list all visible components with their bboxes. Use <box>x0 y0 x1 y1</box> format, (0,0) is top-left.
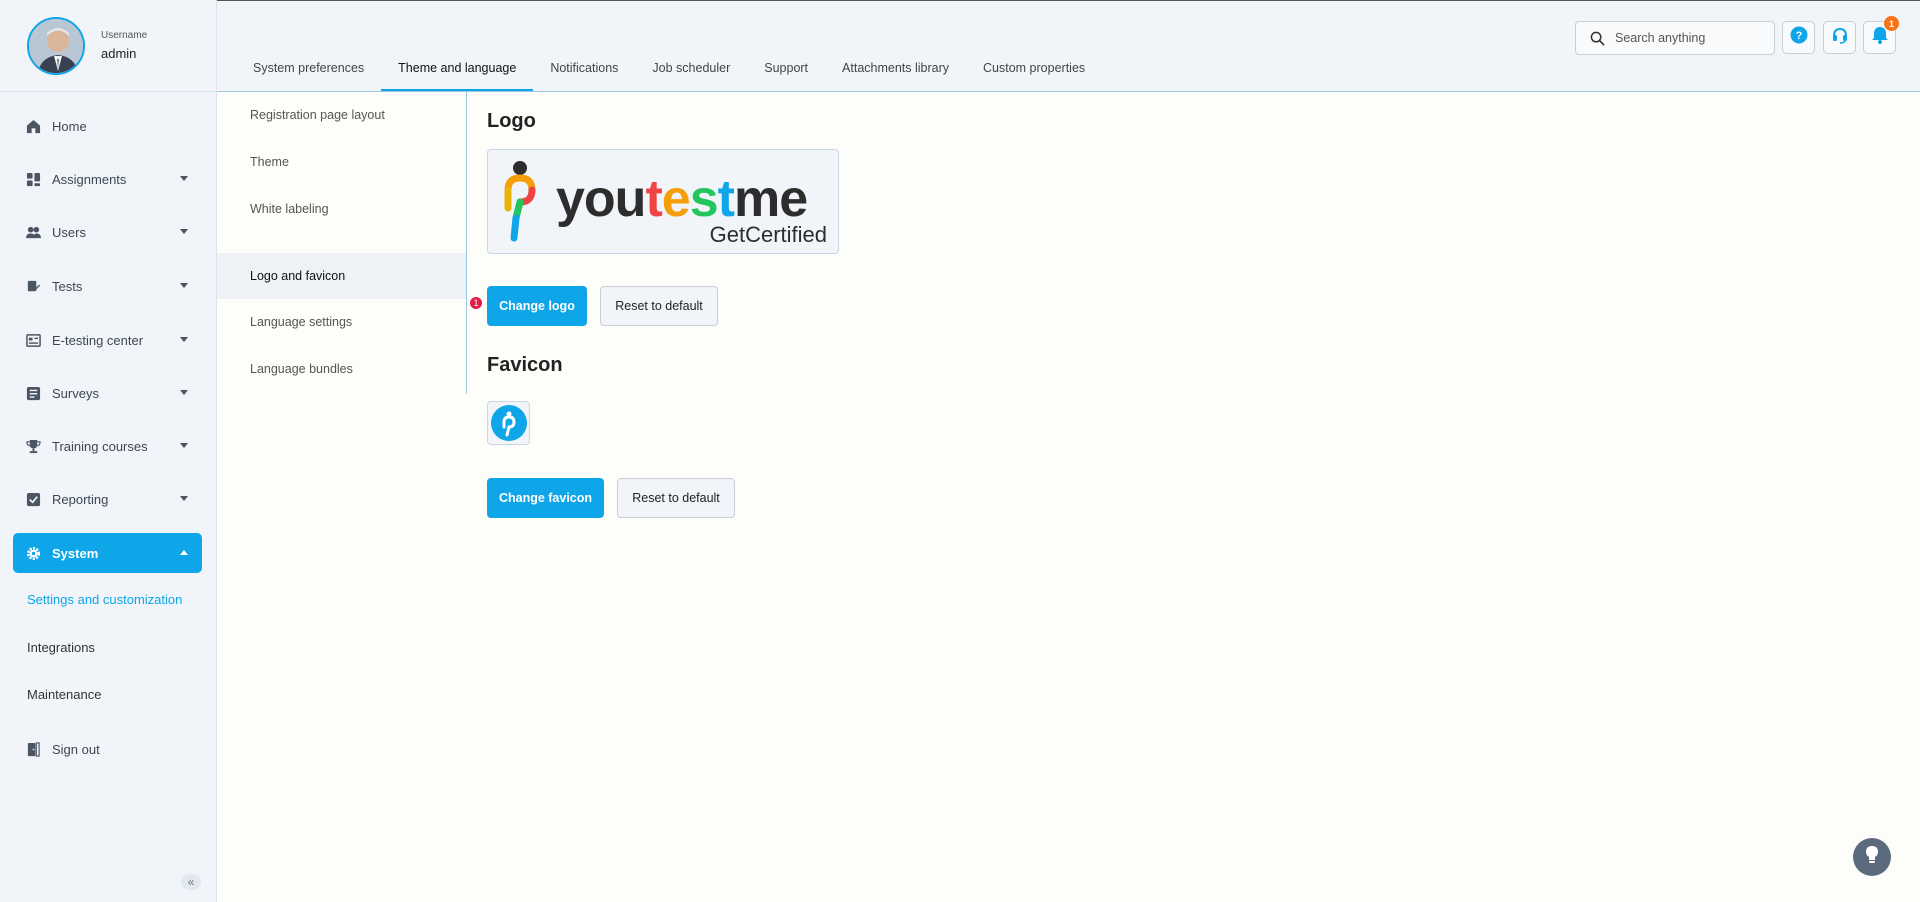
favicon-image <box>490 405 527 441</box>
surveys-icon <box>26 386 41 401</box>
step-marker: 1 <box>468 295 484 311</box>
headset-icon <box>1831 26 1849 49</box>
logo-preview: youtestme GetCertified <box>487 149 839 254</box>
sidebar-item-surveys[interactable]: Surveys <box>13 373 202 413</box>
subnav-registration-page-layout[interactable]: Registration page layout <box>217 92 466 138</box>
chevron-down-icon <box>180 496 188 501</box>
sidebar: Username admin Home Assignments Users Te… <box>0 0 217 902</box>
notifications-button[interactable]: 1 <box>1863 16 1899 54</box>
sidebar-item-e-testing-center[interactable]: E-testing center <box>13 320 202 360</box>
help-button[interactable]: ? <box>1782 21 1815 54</box>
tests-icon <box>26 279 41 294</box>
sidebar-item-users[interactable]: Users <box>13 212 202 252</box>
subnav-language-settings[interactable]: Language settings <box>217 299 466 345</box>
tab-job-scheduler[interactable]: Job scheduler <box>635 51 747 91</box>
notification-count-badge: 1 <box>1884 16 1899 31</box>
assignments-icon <box>26 172 41 187</box>
favicon-preview <box>487 401 530 445</box>
username-value: admin <box>101 46 137 61</box>
collapse-sidebar-button[interactable]: « <box>181 874 201 890</box>
tab-theme-and-language[interactable]: Theme and language <box>381 51 534 91</box>
sidebar-item-label: E-testing center <box>52 332 144 348</box>
search-box <box>1575 21 1775 55</box>
sidebar-item-sign-out[interactable]: Sign out <box>13 729 202 769</box>
sidebar-subitem-settings-and-customization[interactable]: Settings and customization <box>27 592 182 607</box>
sidebar-item-label: Sign out <box>52 741 100 757</box>
sidebar-item-label: Tests <box>52 278 83 294</box>
sidebar-subitem-maintenance[interactable]: Maintenance <box>27 687 101 702</box>
subnav-logo-and-favicon[interactable]: Logo and favicon <box>217 253 466 299</box>
search-icon <box>1590 31 1605 46</box>
trophy-icon <box>26 439 41 454</box>
settings-tabs: System preferences Theme and language No… <box>217 51 1102 91</box>
sidebar-item-home[interactable]: Home <box>13 106 202 146</box>
lightbulb-icon <box>1863 845 1881 870</box>
svg-text:?: ? <box>1795 30 1802 42</box>
sidebar-item-label: Training courses <box>52 438 148 454</box>
reporting-icon <box>26 492 41 507</box>
tab-attachments-library[interactable]: Attachments library <box>825 51 966 91</box>
logo-text-t2: t <box>718 170 735 228</box>
avatar[interactable] <box>27 16 85 75</box>
reset-logo-button[interactable]: Reset to default <box>600 286 718 326</box>
chevron-down-icon <box>180 176 188 181</box>
logo-text-you: you <box>556 170 645 228</box>
username-label: Username <box>101 30 148 41</box>
profile-section: Username admin <box>0 0 216 92</box>
users-icon <box>26 225 41 240</box>
sidebar-item-training-courses[interactable]: Training courses <box>13 426 202 466</box>
sidebar-item-reporting[interactable]: Reporting <box>13 479 202 519</box>
chevron-down-icon <box>180 443 188 448</box>
help-icon: ? <box>1790 26 1808 49</box>
double-chevron-left-icon: « <box>187 875 195 889</box>
subnav-white-labeling[interactable]: White labeling <box>217 186 466 232</box>
tab-notifications[interactable]: Notifications <box>533 51 635 91</box>
search-input[interactable] <box>1615 31 1765 45</box>
chevron-down-icon <box>180 337 188 342</box>
logo-tagline: GetCertified <box>710 222 827 247</box>
sidebar-item-label: Users <box>52 224 86 240</box>
sidebar-subitem-integrations[interactable]: Integrations <box>27 640 95 655</box>
gear-icon <box>26 546 41 561</box>
tab-system-preferences[interactable]: System preferences <box>217 51 381 91</box>
reset-favicon-button[interactable]: Reset to default <box>617 478 735 518</box>
logo-text-s: s <box>690 170 718 228</box>
sidebar-item-label: Assignments <box>52 171 127 187</box>
svg-text:youtestme: youtestme <box>556 170 807 228</box>
logo-section-title: Logo <box>487 110 536 132</box>
favicon-section-title: Favicon <box>487 354 563 376</box>
subnav-language-bundles[interactable]: Language bundles <box>217 346 466 392</box>
logo-text-t1: t <box>645 170 662 228</box>
e-testing-center-icon <box>26 333 41 348</box>
top-bar: System preferences Theme and language No… <box>217 0 1920 92</box>
theme-language-subnav: Registration page layout Theme White lab… <box>217 92 467 394</box>
sidebar-item-system[interactable]: System <box>13 533 202 573</box>
youtestme-logo: youtestme GetCertified <box>504 161 827 247</box>
sidebar-item-tests[interactable]: Tests <box>13 266 202 306</box>
sidebar-item-label: Surveys <box>52 385 99 401</box>
tips-button[interactable] <box>1853 838 1891 876</box>
sidebar-item-assignments[interactable]: Assignments <box>13 159 202 199</box>
sign-out-icon <box>26 741 41 757</box>
tab-support[interactable]: Support <box>747 51 825 91</box>
home-icon <box>26 119 41 134</box>
sidebar-item-label: System <box>52 545 99 561</box>
chevron-down-icon <box>180 229 188 234</box>
subnav-theme[interactable]: Theme <box>217 139 466 185</box>
change-logo-button[interactable]: Change logo <box>487 286 587 326</box>
chevron-down-icon <box>180 283 188 288</box>
support-button[interactable] <box>1823 21 1856 54</box>
tab-custom-properties[interactable]: Custom properties <box>966 51 1102 91</box>
chevron-down-icon <box>180 390 188 395</box>
logo-text-me: me <box>734 170 807 228</box>
change-favicon-button[interactable]: Change favicon <box>487 478 604 518</box>
sidebar-item-label: Reporting <box>52 491 109 507</box>
chevron-up-icon <box>180 550 188 555</box>
sidebar-item-label: Home <box>52 118 87 134</box>
logo-text-e: e <box>662 170 690 228</box>
